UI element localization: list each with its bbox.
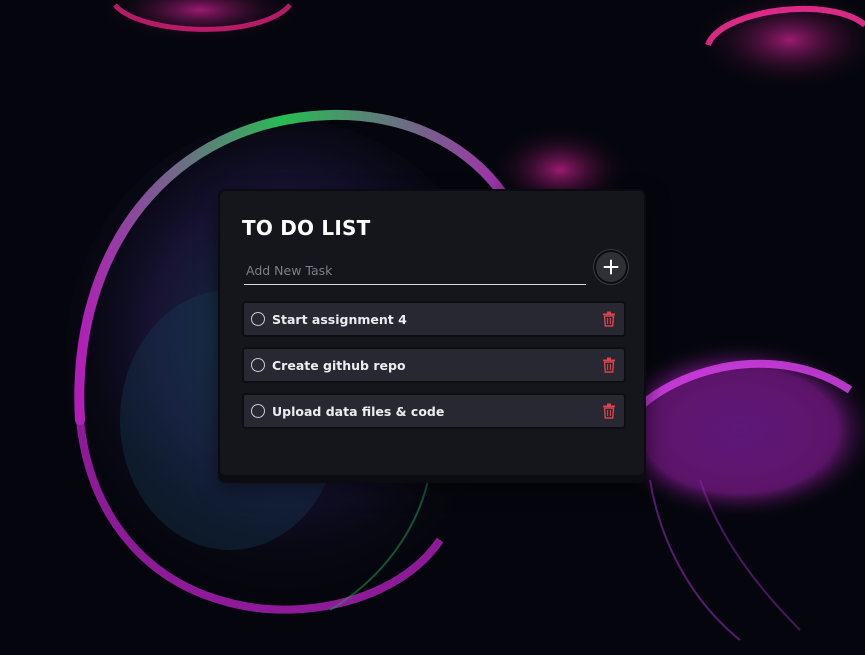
task-item[interactable]: Upload data files & code	[242, 393, 626, 429]
circle-icon[interactable]	[251, 312, 265, 326]
circle-icon[interactable]	[251, 358, 265, 372]
task-label: Create github repo	[272, 358, 406, 373]
task-item[interactable]: Start assignment 4	[242, 301, 626, 337]
task-label: Upload data files & code	[272, 404, 445, 419]
circle-icon[interactable]	[251, 404, 265, 418]
trash-icon[interactable]	[602, 357, 616, 373]
todo-card: TO DO LIST Start assignment 4 Create git…	[218, 189, 646, 477]
page-title: TO DO LIST	[242, 216, 371, 240]
add-task-button[interactable]	[594, 250, 628, 284]
trash-icon[interactable]	[602, 311, 616, 327]
new-task-input[interactable]	[244, 257, 586, 285]
task-label: Start assignment 4	[272, 312, 407, 327]
task-list: Start assignment 4 Create github repo Up…	[242, 301, 626, 439]
trash-icon[interactable]	[602, 403, 616, 419]
plus-icon	[603, 259, 619, 275]
task-item[interactable]: Create github repo	[242, 347, 626, 383]
